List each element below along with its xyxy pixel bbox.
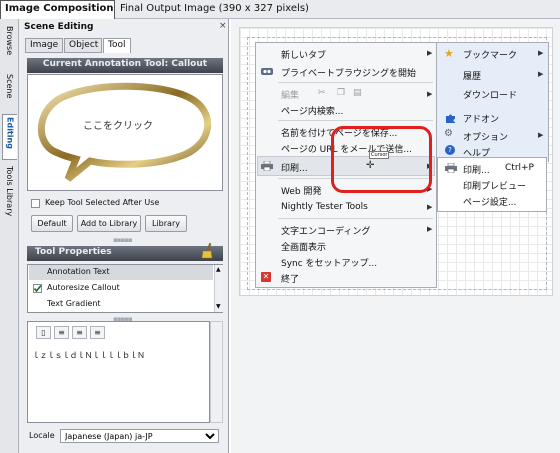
default-button[interactable]: Default (31, 215, 73, 232)
menu-item-print[interactable]: 印刷... (281, 161, 308, 174)
editor-scrollbar[interactable] (210, 321, 223, 423)
panel-title: Scene Editing (24, 22, 94, 32)
cursor-icon: ✛ (366, 160, 375, 171)
close-icon[interactable]: × (219, 21, 227, 31)
checkbox-checked-icon[interactable] (33, 284, 42, 293)
printer-icon (261, 160, 273, 174)
chevron-right-icon: ▶ (427, 203, 433, 211)
menu-item-web-developer[interactable]: Web 開発 (281, 184, 321, 197)
menu-separator (278, 218, 433, 219)
menu-item-options[interactable]: オプション (463, 130, 508, 143)
print-shortcut: Ctrl+P (505, 163, 534, 173)
splitter-grip[interactable]: ▪▪▪▪▪ (113, 236, 133, 244)
gear-icon: ⚙ (444, 128, 453, 139)
menu-item-nightly-tester-tools[interactable]: Nightly Tester Tools (281, 202, 368, 212)
keep-tool-checkbox[interactable] (31, 199, 40, 208)
property-label: Autoresize Callout (47, 283, 120, 292)
chevron-right-icon: ▶ (427, 49, 433, 57)
chevron-right-icon: ▶ (538, 131, 544, 139)
library-button[interactable]: Library (145, 215, 187, 232)
chevron-right-icon: ▶ (538, 70, 544, 78)
add-to-library-button[interactable]: Add to Library (77, 215, 141, 232)
menu-item-sync-setup[interactable]: Sync をセットアップ... (281, 256, 377, 269)
locale-label: Locale (29, 431, 55, 440)
menu-item-full-screen[interactable]: 全画面表示 (281, 240, 326, 253)
tool-properties-header: Tool Properties (27, 246, 223, 261)
scissors-icon: ✂ (318, 88, 326, 98)
locale-select[interactable]: Japanese (Japan) ja-JP (60, 429, 219, 443)
menu-item-downloads[interactable]: ダウンロード (463, 88, 517, 101)
menu-item-character-encoding[interactable]: 文字エンコーディング (281, 224, 370, 237)
menu-item-history[interactable]: 履歴 (463, 69, 481, 82)
tab-image-composition[interactable]: Image Composition (0, 0, 115, 19)
cursor-label: Cursor (369, 151, 390, 159)
copy-icon: ❐ (337, 88, 346, 98)
align-center-icon[interactable]: ≡ (72, 326, 87, 339)
star-icon: ★ (444, 47, 454, 60)
chevron-right-icon: ▶ (427, 225, 433, 233)
callout-text: ここをクリック (83, 121, 153, 132)
incognito-icon (261, 66, 273, 79)
broom-icon[interactable] (200, 242, 214, 262)
vtab-scene[interactable]: Scene (2, 72, 17, 112)
tab-tool[interactable]: Tool (103, 38, 131, 53)
tab-final-output-image[interactable]: Final Output Image (390 x 327 pixels) (120, 3, 309, 14)
scroll-down-icon[interactable]: ▼ (216, 303, 221, 310)
new-document-icon[interactable]: ▯ (36, 326, 51, 339)
align-left-icon[interactable]: ≡ (54, 326, 69, 339)
callout-preview: ここをクリック (27, 74, 223, 191)
editor-text[interactable]: ｌｚｌｓｌｄｌＮｌｌｌｌｂｌＮ (32, 350, 145, 361)
property-row[interactable]: Autoresize Callout (29, 281, 213, 296)
menu-item-private-browsing[interactable]: プライベートブラウジングを開始 (281, 66, 416, 79)
menu-separator (278, 82, 433, 83)
vtab-tools-library[interactable]: Tools Library (2, 164, 17, 230)
chevron-right-icon: ▶ (538, 49, 544, 57)
paste-icon: ▤ (353, 88, 362, 98)
properties-scrollbar[interactable]: ▲ ▼ (214, 265, 223, 312)
menu-item-addons[interactable]: アドオン (463, 112, 499, 125)
chevron-right-icon: ▶ (427, 90, 433, 98)
menu-item-new-tab[interactable]: 新しいタブ (281, 48, 326, 61)
menu-item-exit[interactable]: 終了 (281, 272, 299, 285)
keep-tool-label: Keep Tool Selected After Use (45, 198, 160, 207)
submenu-item-print-preview[interactable]: 印刷プレビュー (463, 179, 526, 192)
menu-item-find[interactable]: ページ内検索... (281, 104, 343, 117)
tool-properties-list: Annotation Text Autoresize Callout Text … (27, 264, 223, 313)
help-icon: ? (445, 145, 455, 155)
highlight-rectangle[interactable] (331, 126, 432, 193)
property-label: Text Gradient (47, 299, 101, 308)
align-right-icon[interactable]: ≡ (90, 326, 105, 339)
tab-object[interactable]: Object (64, 38, 102, 53)
property-row[interactable]: Text Gradient (29, 297, 213, 312)
submenu-item-print[interactable]: 印刷... (463, 163, 490, 176)
vtab-editing[interactable]: Editing (2, 114, 17, 160)
printer-icon (445, 162, 457, 176)
callout-bubble-shape (38, 82, 212, 182)
scroll-up-icon[interactable]: ▲ (216, 266, 221, 273)
puzzle-icon (445, 113, 456, 127)
property-row[interactable]: Annotation Text (29, 265, 213, 280)
property-label: Annotation Text (47, 267, 110, 276)
exit-icon: ✕ (261, 272, 271, 282)
annotation-tool-header: Current Annotation Tool: Callout (27, 58, 223, 73)
menu-item-edit[interactable]: 編集 (281, 88, 299, 101)
submenu-item-page-setup[interactable]: ページ設定... (463, 195, 516, 208)
menu-item-bookmarks[interactable]: ブックマーク (463, 48, 517, 61)
vtab-browse[interactable]: Browse (2, 24, 17, 68)
tab-image[interactable]: Image (25, 38, 63, 53)
menu-separator (278, 120, 433, 121)
